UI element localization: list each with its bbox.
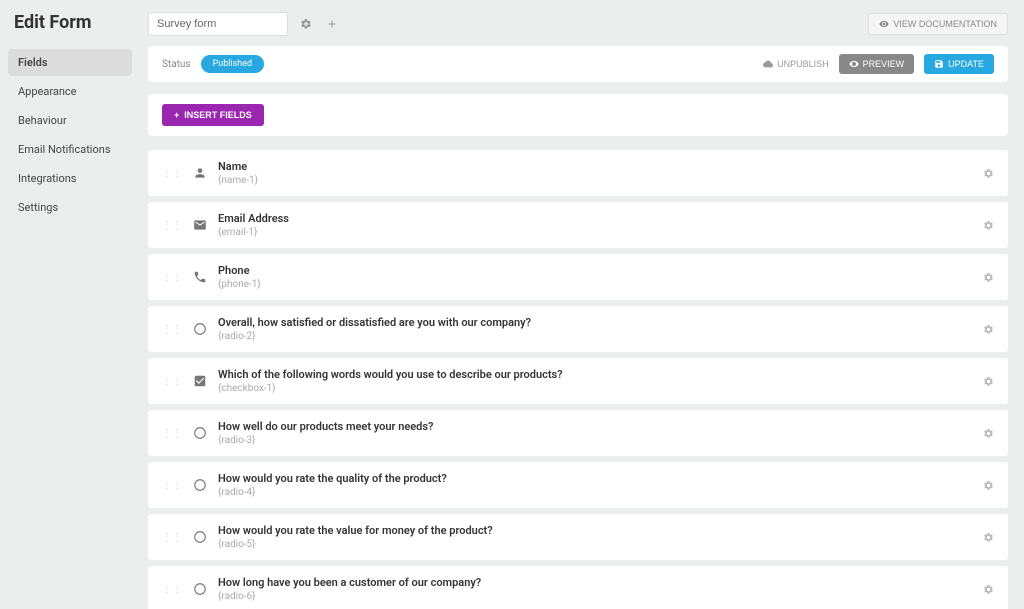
field-text: How would you rate the quality of the pr… bbox=[218, 472, 973, 498]
main-content: VIEW DOCUMENTATION Status Published UNPU… bbox=[140, 0, 1024, 609]
field-label: How well do our products meet your needs… bbox=[218, 420, 973, 433]
field-text: Overall, how satisfied or dissatisfied a… bbox=[218, 316, 973, 342]
field-text: Email Address {email-1} bbox=[218, 212, 973, 238]
field-slug: {name-1} bbox=[218, 175, 973, 186]
gear-icon[interactable] bbox=[983, 532, 994, 543]
drag-handle-icon[interactable]: ⋮⋮ bbox=[162, 324, 182, 335]
field-row[interactable]: ⋮⋮ How would you rate the value for money… bbox=[148, 514, 1008, 560]
gear-icon[interactable] bbox=[983, 272, 994, 283]
drag-handle-icon[interactable]: ⋮⋮ bbox=[162, 272, 182, 283]
person-icon bbox=[192, 165, 208, 181]
field-slug: {email-1} bbox=[218, 227, 973, 238]
cloud-icon bbox=[763, 59, 773, 69]
plus-icon[interactable] bbox=[324, 16, 340, 32]
field-label: Which of the following words would you u… bbox=[218, 368, 973, 381]
update-button[interactable]: UPDATE bbox=[924, 54, 994, 74]
field-text: How would you rate the value for money o… bbox=[218, 524, 973, 550]
preview-button[interactable]: PREVIEW bbox=[839, 54, 915, 74]
drag-handle-icon[interactable]: ⋮⋮ bbox=[162, 220, 182, 231]
field-row[interactable]: ⋮⋮ Phone {phone-1} bbox=[148, 254, 1008, 300]
field-slug: {radio-6} bbox=[218, 591, 973, 602]
view-documentation-button[interactable]: VIEW DOCUMENTATION bbox=[868, 13, 1008, 35]
drag-handle-icon[interactable]: ⋮⋮ bbox=[162, 428, 182, 439]
radio-icon bbox=[192, 581, 208, 597]
field-row[interactable]: ⋮⋮ Which of the following words would you… bbox=[148, 358, 1008, 404]
field-text: Phone {phone-1} bbox=[218, 264, 973, 290]
email-icon bbox=[192, 217, 208, 233]
field-label: How long have you been a customer of our… bbox=[218, 576, 973, 589]
sidebar: Edit Form FieldsAppearanceBehaviourEmail… bbox=[0, 0, 140, 609]
gear-icon[interactable] bbox=[983, 480, 994, 491]
field-slug: {radio-5} bbox=[218, 539, 973, 550]
gear-icon[interactable] bbox=[983, 584, 994, 595]
gear-icon[interactable] bbox=[983, 324, 994, 335]
radio-icon bbox=[192, 321, 208, 337]
gear-icon[interactable] bbox=[983, 376, 994, 387]
field-row[interactable]: ⋮⋮ Email Address {email-1} bbox=[148, 202, 1008, 248]
sidebar-item-settings[interactable]: Settings bbox=[8, 194, 132, 221]
field-row[interactable]: ⋮⋮ How long have you been a customer of o… bbox=[148, 566, 1008, 609]
save-icon bbox=[934, 59, 944, 69]
field-row[interactable]: ⋮⋮ Name {name-1} bbox=[148, 150, 1008, 196]
drag-handle-icon[interactable]: ⋮⋮ bbox=[162, 480, 182, 491]
radio-icon bbox=[192, 477, 208, 493]
field-slug: {radio-4} bbox=[218, 487, 973, 498]
field-row[interactable]: ⋮⋮ Overall, how satisfied or dissatisfied… bbox=[148, 306, 1008, 352]
field-row[interactable]: ⋮⋮ How well do our products meet your nee… bbox=[148, 410, 1008, 456]
plus-icon: + bbox=[174, 110, 179, 120]
field-slug: {phone-1} bbox=[218, 279, 973, 290]
camera-icon bbox=[879, 19, 889, 29]
field-label: How would you rate the value for money o… bbox=[218, 524, 973, 537]
field-text: How well do our products meet your needs… bbox=[218, 420, 973, 446]
field-text: How long have you been a customer of our… bbox=[218, 576, 973, 602]
field-label: Name bbox=[218, 160, 973, 173]
radio-icon bbox=[192, 425, 208, 441]
status-bar: Status Published UNPUBLISH PREVIEW UPDAT… bbox=[148, 46, 1008, 82]
published-badge: Published bbox=[201, 55, 265, 73]
drag-handle-icon[interactable]: ⋮⋮ bbox=[162, 376, 182, 387]
sidebar-item-appearance[interactable]: Appearance bbox=[8, 78, 132, 105]
field-row[interactable]: ⋮⋮ How would you rate the quality of the … bbox=[148, 462, 1008, 508]
insert-fields-button[interactable]: + INSERT FIELDS bbox=[162, 104, 264, 126]
drag-handle-icon[interactable]: ⋮⋮ bbox=[162, 168, 182, 179]
insert-row: + INSERT FIELDS bbox=[148, 94, 1008, 136]
field-label: Phone bbox=[218, 264, 973, 277]
fields-list: ⋮⋮Name{name-1}⋮⋮Email Address{email-1}⋮⋮… bbox=[148, 150, 1008, 609]
checkbox-icon bbox=[192, 373, 208, 389]
eye-icon bbox=[849, 59, 859, 69]
gear-icon[interactable] bbox=[983, 428, 994, 439]
sidebar-item-behaviour[interactable]: Behaviour bbox=[8, 107, 132, 134]
gear-icon[interactable] bbox=[983, 168, 994, 179]
field-text: Which of the following words would you u… bbox=[218, 368, 973, 394]
field-text: Name {name-1} bbox=[218, 160, 973, 186]
status-label: Status bbox=[162, 59, 191, 70]
drag-handle-icon[interactable]: ⋮⋮ bbox=[162, 584, 182, 595]
field-label: How would you rate the quality of the pr… bbox=[218, 472, 973, 485]
phone-icon bbox=[192, 269, 208, 285]
form-name-input[interactable] bbox=[148, 12, 288, 36]
field-label: Email Address bbox=[218, 212, 973, 225]
sidebar-item-email-notifications[interactable]: Email Notifications bbox=[8, 136, 132, 163]
field-label: Overall, how satisfied or dissatisfied a… bbox=[218, 316, 973, 329]
unpublish-button[interactable]: UNPUBLISH bbox=[763, 59, 829, 69]
gear-icon[interactable] bbox=[983, 220, 994, 231]
gear-icon[interactable] bbox=[298, 16, 314, 32]
field-slug: {radio-3} bbox=[218, 435, 973, 446]
drag-handle-icon[interactable]: ⋮⋮ bbox=[162, 532, 182, 543]
page-title: Edit Form bbox=[8, 12, 132, 33]
field-slug: {radio-2} bbox=[218, 331, 973, 342]
sidebar-item-fields[interactable]: Fields bbox=[8, 49, 132, 76]
sidebar-item-integrations[interactable]: Integrations bbox=[8, 165, 132, 192]
field-slug: {checkbox-1} bbox=[218, 383, 973, 394]
topbar: VIEW DOCUMENTATION bbox=[148, 12, 1008, 36]
radio-icon bbox=[192, 529, 208, 545]
